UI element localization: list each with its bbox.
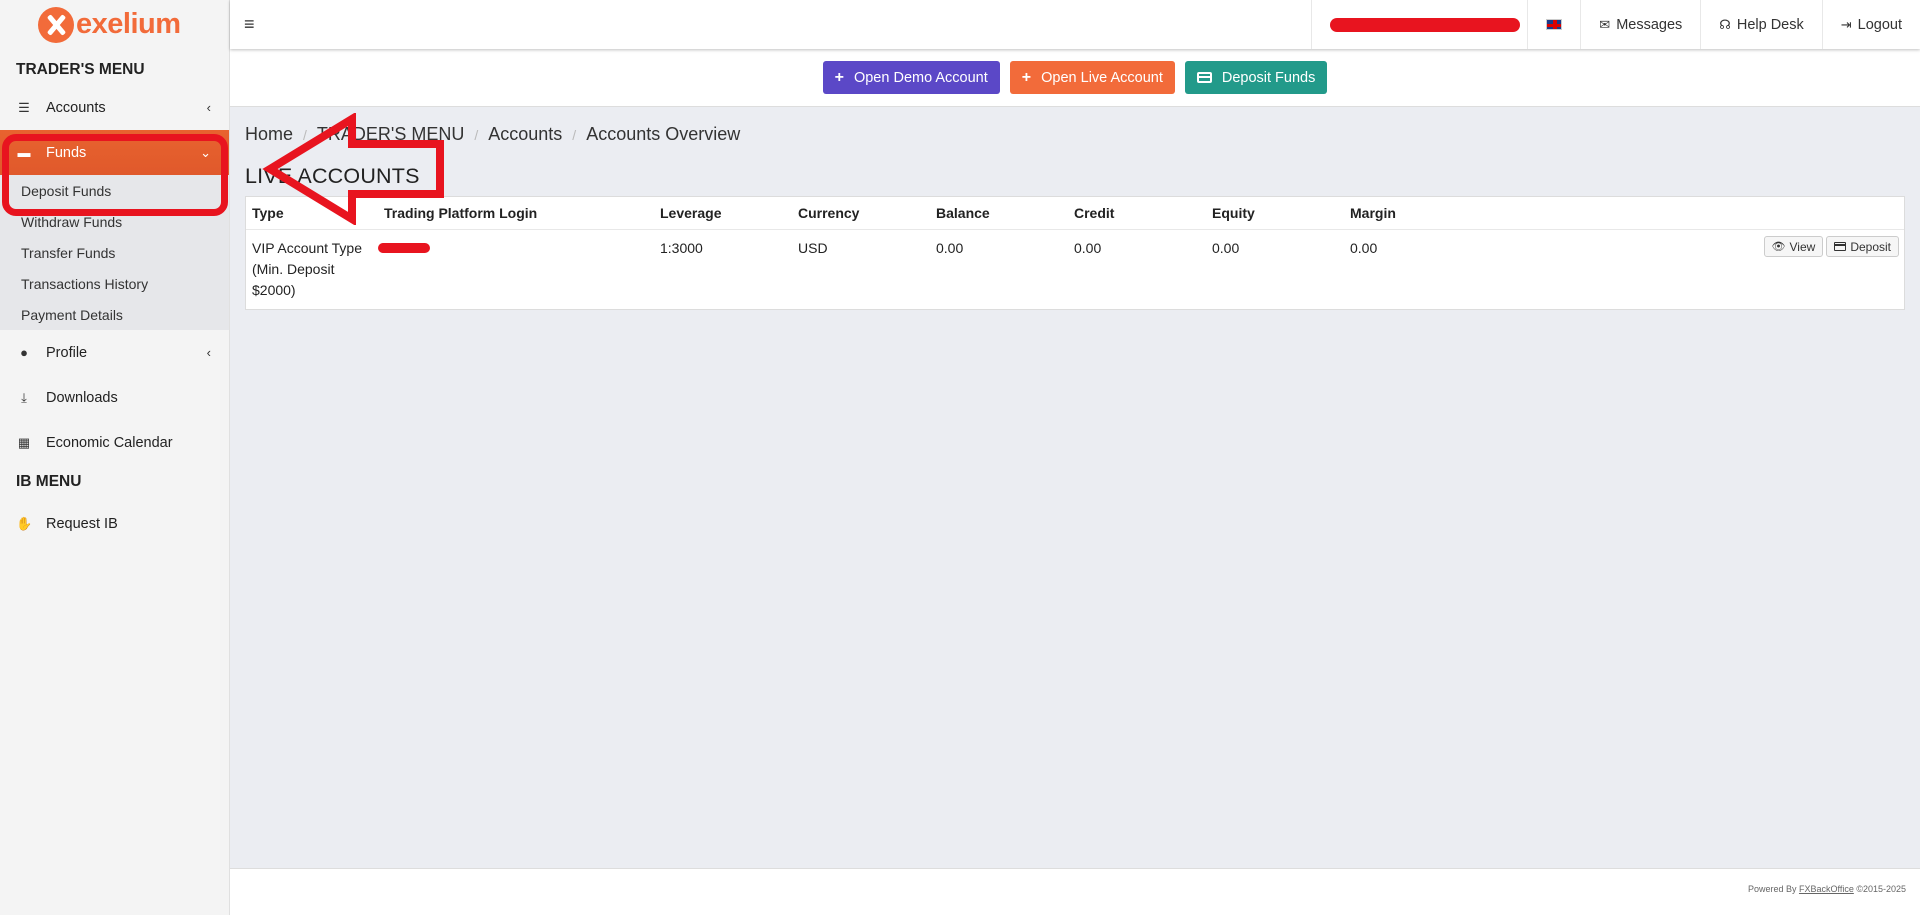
main-content: Home / TRADER'S MENU / Accounts / Accoun… [230,107,1920,868]
sidebar-item-label: Downloads [46,389,118,406]
footer-text: Powered By FXBackOffice ©2015-2025 [1747,884,1906,894]
margin-cell: 0.00 [1350,240,1378,256]
logout-icon: ⇥ [1840,16,1852,32]
fxbackoffice-link[interactable]: FXBackOffice [1799,884,1854,894]
plus-icon: + [1021,68,1032,86]
chevron-left-icon: ‹ [206,345,211,360]
submenu-item-transactions-history[interactable]: Transactions History [0,268,229,299]
chevron-left-icon: ‹ [206,100,211,115]
column-header: Balance [936,205,990,221]
credit-card-icon [1834,242,1847,251]
eye-icon: 👁 [1771,241,1786,253]
annotation-arrow-icon [262,113,444,225]
column-header: Leverage [660,205,722,221]
action-bar: + Open Demo Account + Open Live Account … [230,49,1920,107]
button-label: Deposit [1850,239,1891,254]
deposit-funds-button[interactable]: Deposit Funds [1184,61,1328,94]
ib-menu-heading: IB MENU [16,473,82,490]
logout-link[interactable]: ⇥ Logout [1821,0,1920,49]
breadcrumb-accounts-overview: Accounts Overview [586,124,741,144]
sidebar-item-label: Request IB [46,515,118,532]
balance-cell: 0.00 [936,240,964,256]
live-accounts-table: Type Trading Platform Login Leverage Cur… [245,196,1905,310]
open-live-account-button[interactable]: + Open Live Account [1009,61,1175,94]
language-selector[interactable] [1527,0,1580,49]
sidebar-item-label: Accounts [46,99,106,116]
traders-menu-heading: TRADER'S MENU [16,61,145,78]
calendar-icon: ▦ [17,434,31,450]
login-cell [378,238,660,259]
row-actions: 👁 View Deposit [1763,236,1899,257]
button-label: Open Demo Account [853,69,988,86]
logo-text: exelium [76,8,181,40]
deposit-button[interactable]: Deposit [1826,236,1899,257]
credit-cell: 0.00 [1074,240,1102,256]
open-demo-account-button[interactable]: + Open Demo Account [822,61,1000,94]
credit-card-icon [1196,72,1212,83]
topbar: ≡ ✉ Messages ☊ Help Desk ⇥ Logout [230,0,1920,49]
sidebar-item-label: Profile [46,344,88,361]
user-name-redacted[interactable] [1311,0,1527,49]
submenu-item-transfer-funds[interactable]: Transfer Funds [0,237,229,268]
sidebar-item-downloads[interactable]: ⤓ Downloads [0,375,229,420]
button-label: Deposit Funds [1221,69,1316,86]
handshake-icon: ✋ [16,515,33,531]
messages-link[interactable]: ✉ Messages [1580,0,1700,49]
sidebar-item-profile[interactable]: ● Profile ‹ [0,330,229,375]
table-header: Type Trading Platform Login Leverage Cur… [246,197,1904,230]
plus-icon: + [834,68,844,86]
messages-label: Messages [1616,16,1683,33]
view-button[interactable]: 👁 View [1763,236,1824,257]
helpdesk-link[interactable]: ☊ Help Desk [1700,0,1821,49]
submenu-item-payment-details[interactable]: Payment Details [0,299,229,330]
currency-cell: USD [798,240,828,256]
column-header: Credit [1074,205,1115,221]
sidebar-item-label: Economic Calendar [46,434,173,451]
helpdesk-label: Help Desk [1736,16,1804,33]
column-header: Currency [798,205,860,221]
list-icon: ☰ [18,99,30,115]
headset-icon: ☊ [1719,16,1731,32]
column-header: Margin [1350,205,1396,221]
footer: Powered By FXBackOffice ©2015-2025 [230,868,1920,915]
download-icon: ⤓ [21,389,27,405]
leverage-cell: 1:3000 [660,240,703,256]
logo[interactable]: exelium [0,0,229,49]
logo-mark-icon [38,6,74,43]
redaction-mark [1330,18,1521,32]
button-label: View [1789,239,1816,254]
logout-label: Logout [1857,16,1902,33]
breadcrumb-accounts[interactable]: Accounts [488,124,562,146]
sidebar-item-request-ib[interactable]: ✋ Request IB [0,501,229,546]
redaction-mark [378,243,430,253]
sidebar-item-economic-calendar[interactable]: ▦ Economic Calendar [0,420,229,465]
topbar-right: ✉ Messages ☊ Help Desk ⇥ Logout [1311,0,1920,49]
envelope-icon: ✉ [1599,16,1611,32]
hamburger-icon[interactable]: ≡ [244,14,255,35]
uk-flag-icon [1546,19,1563,30]
user-icon: ● [20,345,28,360]
highlight-rectangle [2,134,228,216]
account-type-cell: VIP Account Type (Min. Deposit $2000) [252,240,363,298]
table-row: VIP Account Type (Min. Deposit $2000) 1:… [246,230,1904,301]
button-label: Open Live Account [1041,69,1163,86]
column-header: Equity [1212,205,1255,221]
sidebar-item-accounts[interactable]: ☰ Accounts ‹ [0,85,229,130]
equity-cell: 0.00 [1212,240,1240,256]
